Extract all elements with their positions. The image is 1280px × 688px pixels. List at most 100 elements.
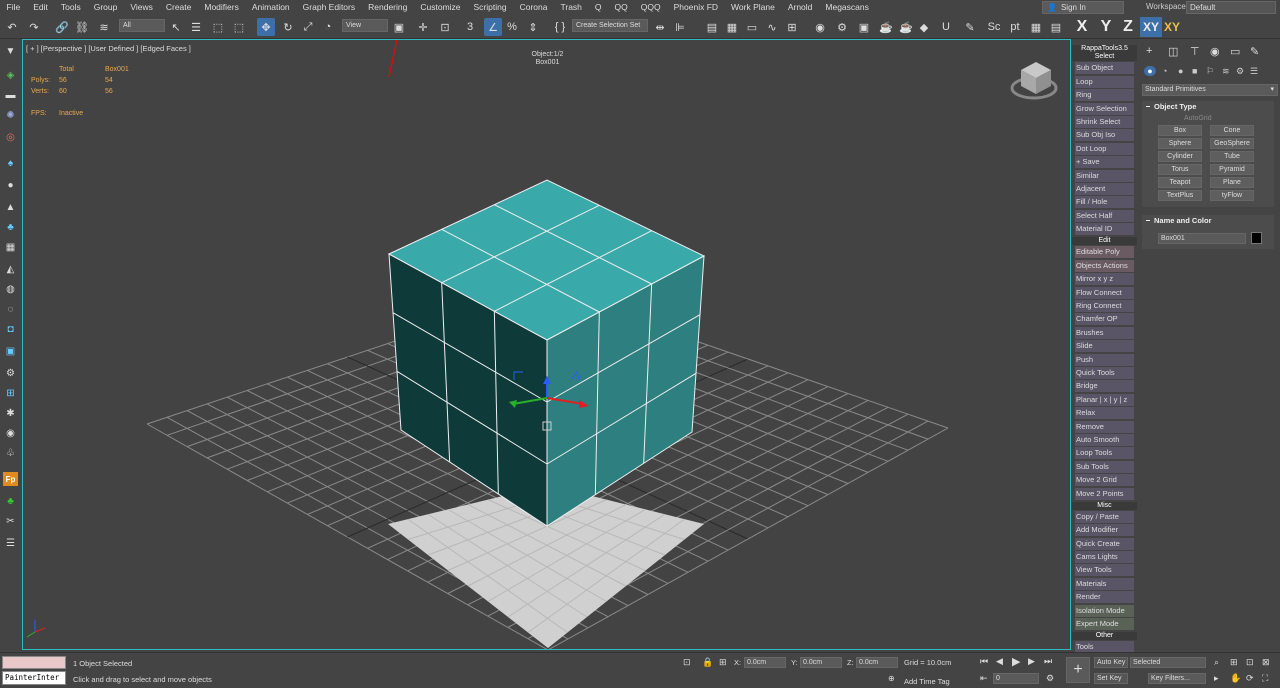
menu-graph-editors[interactable]: Graph Editors — [296, 0, 361, 15]
cameras-icon[interactable]: ■ — [1192, 66, 1197, 76]
align-icon[interactable]: ⊫ — [672, 18, 688, 36]
sphere-icon[interactable]: ● — [3, 178, 18, 192]
time-tag-icon[interactable]: ⊕ — [888, 674, 895, 683]
menu-trash[interactable]: Trash — [554, 0, 588, 15]
scene-explorer-icon[interactable]: ▤ — [704, 18, 720, 36]
rappa-sub-obj-iso[interactable]: Sub Obj Iso — [1075, 129, 1134, 142]
railclone-icon[interactable]: ♣ — [3, 494, 18, 508]
menu-megascans[interactable]: Megascans — [819, 0, 875, 15]
unlink-icon[interactable]: ⛓ — [74, 18, 90, 36]
rappa-save[interactable]: + Save — [1075, 156, 1134, 169]
maximize-viewport-icon[interactable]: ⛶ — [1262, 673, 1268, 684]
current-frame-field[interactable]: 0 — [993, 673, 1039, 684]
shortcut-u-icon[interactable]: U — [938, 18, 954, 36]
forest-pack-icon[interactable]: Fp — [3, 472, 18, 486]
menu-scripting[interactable]: Scripting — [467, 0, 513, 15]
menu-edit[interactable]: Edit — [27, 0, 55, 15]
name-color-title[interactable]: Name and Color — [1142, 215, 1274, 227]
eye-icon[interactable]: ◉ — [3, 426, 18, 440]
select-by-name-icon[interactable]: ☰ — [188, 18, 204, 36]
move-icon[interactable]: ✥ — [257, 18, 275, 36]
rappa-move-2-points[interactable]: Move 2 Points — [1075, 487, 1134, 500]
select-object-icon[interactable]: ↖ — [168, 18, 184, 36]
helpers-icon[interactable]: ⚐ — [1206, 66, 1214, 77]
create-sphere-button[interactable]: Sphere — [1158, 138, 1202, 149]
angle-snap-icon[interactable]: ∠ — [484, 18, 502, 36]
play-icon[interactable]: ▶ — [1012, 655, 1020, 668]
reference-coord-dropdown[interactable]: View — [342, 19, 388, 32]
rappa-loop-tools[interactable]: Loop Tools — [1075, 447, 1134, 460]
goto-end-icon[interactable]: ⏭ — [1044, 656, 1052, 667]
key-mode-icon[interactable]: ⇤ — [980, 673, 988, 684]
object-type-title[interactable]: Object Type — [1142, 101, 1274, 113]
render-production-icon[interactable]: ☕ — [878, 18, 894, 36]
rappa-flow-connect[interactable]: Flow Connect — [1075, 286, 1134, 299]
motion-tab-icon[interactable]: ◉ — [1210, 45, 1220, 58]
rappa-push[interactable]: Push — [1075, 353, 1134, 366]
box-icon[interactable]: ▬ — [3, 88, 18, 102]
torus-icon[interactable]: ◍ — [3, 282, 18, 296]
modify-tab-icon[interactable]: ◫ — [1168, 45, 1178, 58]
select-tool-icon[interactable]: ▼ — [3, 44, 18, 58]
selection-filter-dropdown[interactable]: All — [119, 19, 165, 32]
render-setup-icon[interactable]: ⚙ — [834, 18, 850, 36]
list-icon[interactable]: ☰ — [3, 536, 18, 550]
pivot-center-icon[interactable]: ▣ — [390, 18, 408, 36]
key-mode-dropdown[interactable]: Selected — [1130, 657, 1206, 668]
create-tyflow-button[interactable]: tyFlow — [1210, 190, 1254, 201]
layer-explorer-icon[interactable]: ▦ — [724, 18, 740, 36]
next-frame-icon[interactable]: ▶ — [1028, 656, 1035, 667]
window-crossing-icon[interactable]: ⬚ — [231, 18, 247, 36]
menu-animation[interactable]: Animation — [245, 0, 296, 15]
rappa-dot-loop[interactable]: Dot Loop — [1075, 142, 1134, 155]
bind-spacewarp-icon[interactable]: ≋ — [96, 18, 112, 36]
menu-rendering[interactable]: Rendering — [362, 0, 414, 15]
key-filters-button[interactable]: Key Filters... — [1148, 673, 1206, 684]
rappa-shrink-select[interactable]: Shrink Select — [1075, 115, 1134, 128]
rappa-bridge[interactable]: Bridge — [1075, 380, 1134, 393]
rappa-view-tools[interactable]: View Tools — [1075, 564, 1134, 577]
menu-qqq[interactable]: QQQ — [634, 0, 667, 15]
render-iterative-icon[interactable]: ☕ — [898, 18, 914, 36]
auto-key-button[interactable]: Auto Key — [1094, 657, 1128, 668]
rappa-fill-hole[interactable]: Fill / Hole — [1075, 196, 1134, 209]
create-tab-icon[interactable]: + — [1146, 45, 1152, 57]
link-icon[interactable]: 🔗 — [54, 18, 70, 36]
zoom-extents-icon[interactable]: ⊡ — [1246, 657, 1254, 668]
systems-icon[interactable]: ⚙ — [1236, 66, 1244, 77]
viewport-icon[interactable]: ▣ — [3, 344, 18, 358]
sign-in-button[interactable]: 👤 Sign In — [1042, 1, 1124, 14]
rappa-isolation-mode[interactable]: Isolation Mode — [1075, 604, 1134, 617]
menu-modifiers[interactable]: Modifiers — [198, 0, 245, 15]
create-pyramid-button[interactable]: Pyramid — [1210, 164, 1254, 175]
create-textplus-button[interactable]: TextPlus — [1158, 190, 1202, 201]
render-online-icon[interactable]: ◆ — [916, 18, 932, 36]
rappa-relax[interactable]: Relax — [1075, 407, 1134, 420]
create-box-button[interactable]: Box — [1158, 125, 1202, 136]
edit-named-sets-icon[interactable]: { } — [552, 18, 568, 36]
percent-snap-icon[interactable]: % — [504, 18, 520, 36]
isolate-selection-icon[interactable]: ⊡ — [683, 657, 691, 668]
maxscript-listener-output[interactable] — [2, 656, 66, 669]
ribbon-icon[interactable]: ▭ — [744, 18, 760, 36]
create-cone-button[interactable]: Cone — [1210, 125, 1254, 136]
zoom-all-icon[interactable]: ⊞ — [1230, 657, 1238, 668]
menu-tools[interactable]: Tools — [54, 0, 87, 15]
create-plane-button[interactable]: Plane — [1210, 177, 1254, 188]
rappa-sub-object[interactable]: Sub Object — [1075, 62, 1134, 75]
fov-icon[interactable]: ▸ — [1214, 673, 1219, 684]
rappa-loop[interactable]: Loop — [1075, 75, 1134, 88]
scale-icon[interactable]: ⤢ — [300, 18, 316, 36]
grid-icon[interactable]: ▦ — [3, 240, 18, 254]
curve-editor-icon[interactable]: ∿ — [764, 18, 780, 36]
rappa-similar[interactable]: Similar — [1075, 169, 1134, 182]
create-tube-button[interactable]: Tube — [1210, 151, 1254, 162]
axis-x-button[interactable]: X — [1074, 17, 1090, 37]
rappa-ring-connect[interactable]: Ring Connect — [1075, 300, 1134, 313]
spacewarps-icon[interactable]: ≋ — [1222, 66, 1230, 77]
rappa-mirror-x-y-z[interactable]: Mirror x y z — [1075, 273, 1134, 286]
rappa-move-2-grid[interactable]: Move 2 Grid — [1075, 474, 1134, 487]
create-teapot-button[interactable]: Teapot — [1158, 177, 1202, 188]
rappa-planar-x-y-z[interactable]: Planar | x | y | z — [1075, 393, 1134, 406]
rappa-adjacent[interactable]: Adjacent — [1075, 182, 1134, 195]
